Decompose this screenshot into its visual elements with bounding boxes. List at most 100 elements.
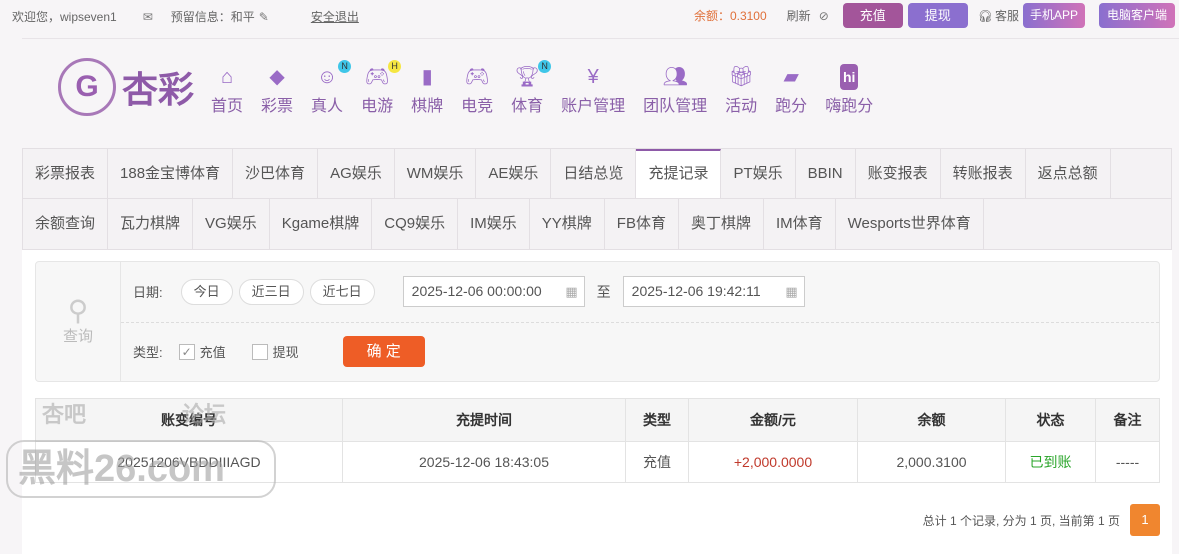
nav-esports[interactable]: 🎮︎ 电竞 xyxy=(461,64,493,116)
calendar-icon[interactable]: ▦ xyxy=(785,277,797,306)
pc-client-button[interactable]: 电脑客户端 xyxy=(1099,3,1175,28)
col-amount: 金额/元 xyxy=(688,398,858,442)
tab-r1-7[interactable]: 充提记录 xyxy=(636,149,722,198)
col-remark: 备注 xyxy=(1095,398,1160,442)
tab-r2-10[interactable]: Wesports世界体育 xyxy=(835,199,984,249)
gamepad-icon: 🎮︎ xyxy=(364,66,390,88)
nav-sports[interactable]: 🏆︎ N 体育 xyxy=(511,60,552,116)
mail-icon[interactable]: ✉ xyxy=(143,10,153,24)
col-id: 账变编号 xyxy=(35,398,343,442)
yen-icon: ¥ xyxy=(587,66,599,88)
headset-icon: 🎧︎ xyxy=(977,8,993,23)
main-nav: G 杏彩 ⌂ 首页 ◆ 彩票 ☺ N 真人 🎮︎ H 电游 ▮ 棋牌 🎮︎ 电竞 🏆︎ N 体育 ¥… xyxy=(58,58,882,116)
filter-panel: ⚲ 查询 日期: 今日 近三日 近七日 2025-12-06 00:00:00 ▦… xyxy=(35,261,1160,382)
content: ⚲ 查询 日期: 今日 近三日 近七日 2025-12-06 00:00:00 ▦… xyxy=(22,250,1172,554)
end-date-input[interactable]: 2025-12-06 19:42:11 ▦ xyxy=(622,276,805,307)
team-icon: 👥︎ xyxy=(662,66,688,88)
nav-live[interactable]: ☺ N 真人 xyxy=(311,60,352,116)
report-tabs: 彩票报表 188金宝博体育 沙巴体育 AG娱乐 WM娱乐 AE娱乐 日结总览 充提记录 PT娱乐… xyxy=(22,148,1172,250)
tab-r1-12[interactable]: 返点总额 xyxy=(1025,149,1111,198)
tab-r1-10[interactable]: 账变报表 xyxy=(855,149,941,198)
seven-days-button[interactable]: 近七日 xyxy=(309,278,375,305)
today-button[interactable]: 今日 xyxy=(180,278,233,305)
pagination-summary: 总计 1 个记录, 分为 1 页, 当前第 1 页 xyxy=(922,513,1120,528)
record-id: 20251206VBDDIIIAGD xyxy=(35,441,343,483)
edit-icon[interactable]: ✎ xyxy=(259,10,269,24)
col-type: 类型 xyxy=(625,398,689,442)
start-date-input[interactable]: 2025-12-06 00:00:00 ▦ xyxy=(402,276,585,307)
nav-hi-paofen[interactable]: hi 嗨跑分 xyxy=(825,64,873,116)
top-bar: 欢迎您，wipseven1 ✉ 预留信息：和平 ✎ 安全退出 余额：0.3100… xyxy=(0,0,1179,33)
record-amount: +2,000.0000 xyxy=(688,441,858,483)
col-status: 状态 xyxy=(1005,398,1096,442)
calendar-icon[interactable]: ▦ xyxy=(565,277,577,306)
tab-r2-4[interactable]: CQ9娱乐 xyxy=(372,199,459,249)
tab-r1-0[interactable]: 彩票报表 xyxy=(23,149,109,198)
balance: 余额：0.3100 xyxy=(693,9,767,23)
search-section: ⚲ 查询 xyxy=(36,262,121,381)
tab-r1-2[interactable]: 沙巴体育 xyxy=(233,149,319,198)
service-link[interactable]: 客服 xyxy=(995,7,1019,24)
logo-text: 杏彩 xyxy=(122,69,195,110)
tab-r1-3[interactable]: AG娱乐 xyxy=(318,149,395,198)
withdraw-checkbox[interactable] xyxy=(251,343,268,360)
nav-cards[interactable]: ▮ 棋牌 xyxy=(411,64,443,116)
tab-r2-7[interactable]: FB体育 xyxy=(604,199,679,249)
tab-r2-0[interactable]: 余额查询 xyxy=(23,199,109,249)
tab-r1-5[interactable]: AE娱乐 xyxy=(476,149,552,198)
col-time: 充提时间 xyxy=(342,398,626,442)
reserved-info: 预留信息：和平 xyxy=(170,10,255,24)
tab-r1-6[interactable]: 日结总览 xyxy=(551,149,637,198)
mobile-app-button[interactable]: 手机APP xyxy=(1023,3,1085,28)
logo-emblem: G xyxy=(58,58,116,116)
type-label: 类型: xyxy=(133,345,163,360)
gift-icon: 🎁︎ xyxy=(728,66,754,88)
tab-r1-11[interactable]: 转账报表 xyxy=(940,149,1026,198)
logo[interactable]: G 杏彩 xyxy=(58,58,194,116)
nav-slots[interactable]: 🎮︎ H 电游 xyxy=(361,60,402,116)
search-icon: ⚲ xyxy=(67,295,89,326)
tab-r2-2[interactable]: VG娱乐 xyxy=(193,199,270,249)
record-remark: ----- xyxy=(1095,441,1160,483)
dealer-icon: ☺ xyxy=(316,66,338,88)
tab-r2-9[interactable]: IM体育 xyxy=(763,199,836,249)
tab-r2-5[interactable]: IM娱乐 xyxy=(458,199,530,249)
to-label: 至 xyxy=(596,283,611,300)
tab-r1-4[interactable]: WM娱乐 xyxy=(394,149,477,198)
pagination: 总计 1 个记录, 分为 1 页, 当前第 1 页 1 xyxy=(923,504,1160,536)
page-1-button[interactable]: 1 xyxy=(1130,504,1160,536)
nav-paofen[interactable]: ▰ 跑分 xyxy=(775,64,807,116)
deposit-button[interactable]: 充值 xyxy=(842,3,903,28)
divider xyxy=(22,38,1179,39)
tab-r2-6[interactable]: YY棋牌 xyxy=(529,199,605,249)
nav-account[interactable]: ¥ 账户管理 xyxy=(561,64,625,116)
confirm-button[interactable]: 确 定 xyxy=(342,336,425,367)
tab-r1-8[interactable]: PT娱乐 xyxy=(721,149,796,198)
rhino-icon: ▰ xyxy=(783,66,799,88)
nav-team[interactable]: 👥︎ 团队管理 xyxy=(643,64,707,116)
deposit-checkbox[interactable]: ✓ xyxy=(178,343,195,360)
nav-lottery[interactable]: ◆ 彩票 xyxy=(261,64,293,116)
tab-r2-3[interactable]: Kgame棋牌 xyxy=(269,199,373,249)
record-time: 2025-12-06 18:43:05 xyxy=(342,441,626,483)
tab-r1-1[interactable]: 188金宝博体育 xyxy=(108,149,234,198)
nav-home[interactable]: ⌂ 首页 xyxy=(211,64,243,116)
col-balance: 余额 xyxy=(857,398,1006,442)
tab-r2-1[interactable]: 瓦力棋牌 xyxy=(108,199,194,249)
cards-icon: ▮ xyxy=(421,66,433,88)
nav-promo[interactable]: 🎁︎ 活动 xyxy=(725,64,757,116)
withdraw-button[interactable]: 提现 xyxy=(907,3,968,28)
record-type: 充值 xyxy=(625,441,689,483)
tab-r2-8[interactable]: 奥丁棋牌 xyxy=(678,199,764,249)
record-status: 已到账 xyxy=(1005,441,1096,483)
refresh-button[interactable]: 刷新 xyxy=(787,7,811,24)
welcome-text: 欢迎您，wipseven1 xyxy=(12,10,117,24)
table-row: 20251206VBDDIIIAGD 2025-12-06 18:43:05 充… xyxy=(35,441,1160,483)
tab-r1-9[interactable]: BBIN xyxy=(795,149,856,198)
hide-balance-icon[interactable]: ⊘ xyxy=(819,9,829,23)
trophy-icon: 🏆︎ xyxy=(514,66,540,88)
home-icon: ⌂ xyxy=(220,66,234,88)
date-label: 日期: xyxy=(133,285,163,300)
three-days-button[interactable]: 近三日 xyxy=(238,278,304,305)
logout-link[interactable]: 安全退出 xyxy=(311,8,359,25)
